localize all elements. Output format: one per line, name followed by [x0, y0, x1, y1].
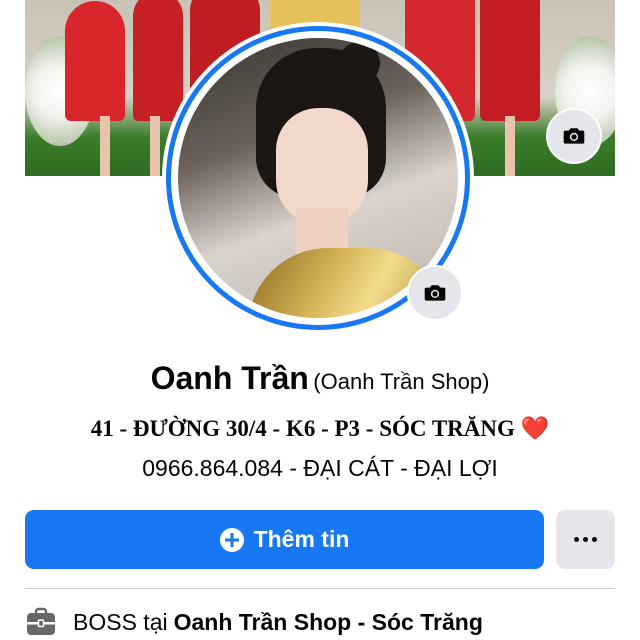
cover-leg — [505, 116, 515, 176]
divider — [25, 588, 615, 589]
work-info-row[interactable]: BOSS tại Oanh Trần Shop - Sóc Trăng — [25, 604, 625, 640]
more-options-button[interactable] — [556, 510, 615, 569]
cover-camera-button[interactable] — [546, 108, 602, 164]
work-prefix: BOSS tại — [73, 608, 168, 635]
plus-circle-icon — [219, 527, 244, 552]
profile-bio-address: 41 - ĐƯỜNG 30/4 - K6 - P3 - SÓC TRĂNG ❤️ — [0, 415, 640, 442]
profile-avatar[interactable] — [162, 22, 474, 334]
avatar-camera-button[interactable] — [407, 265, 463, 321]
heart-icon: ❤️ — [520, 416, 550, 442]
profile-alternate-name: (Oanh Trần Shop) — [313, 369, 490, 394]
profile-name: Oanh Trần (Oanh Trần Shop) — [0, 360, 640, 397]
cover-figure — [133, 0, 183, 121]
cover-leg — [100, 116, 110, 176]
cover-leg — [150, 116, 160, 176]
cover-figure — [480, 0, 540, 121]
briefcase-icon — [27, 607, 55, 635]
bio-address-text: 41 - ĐƯỜNG 30/4 - K6 - P3 - SÓC TRĂNG — [90, 416, 515, 441]
camera-icon — [563, 128, 585, 144]
avatar-hair-bun — [338, 42, 380, 84]
add-info-button[interactable]: Thêm tin — [25, 510, 544, 569]
camera-icon — [424, 285, 446, 301]
work-place-link[interactable]: Oanh Trần Shop - Sóc Trăng — [174, 609, 483, 636]
cover-figure — [65, 1, 125, 121]
add-info-label: Thêm tin — [253, 526, 350, 552]
more-dots-icon — [574, 537, 597, 542]
profile-bio-phone: 0966.864.084 - ĐẠI CÁT - ĐẠI LỢI — [142, 455, 498, 481]
profile-display-name: Oanh Trần — [150, 360, 309, 396]
